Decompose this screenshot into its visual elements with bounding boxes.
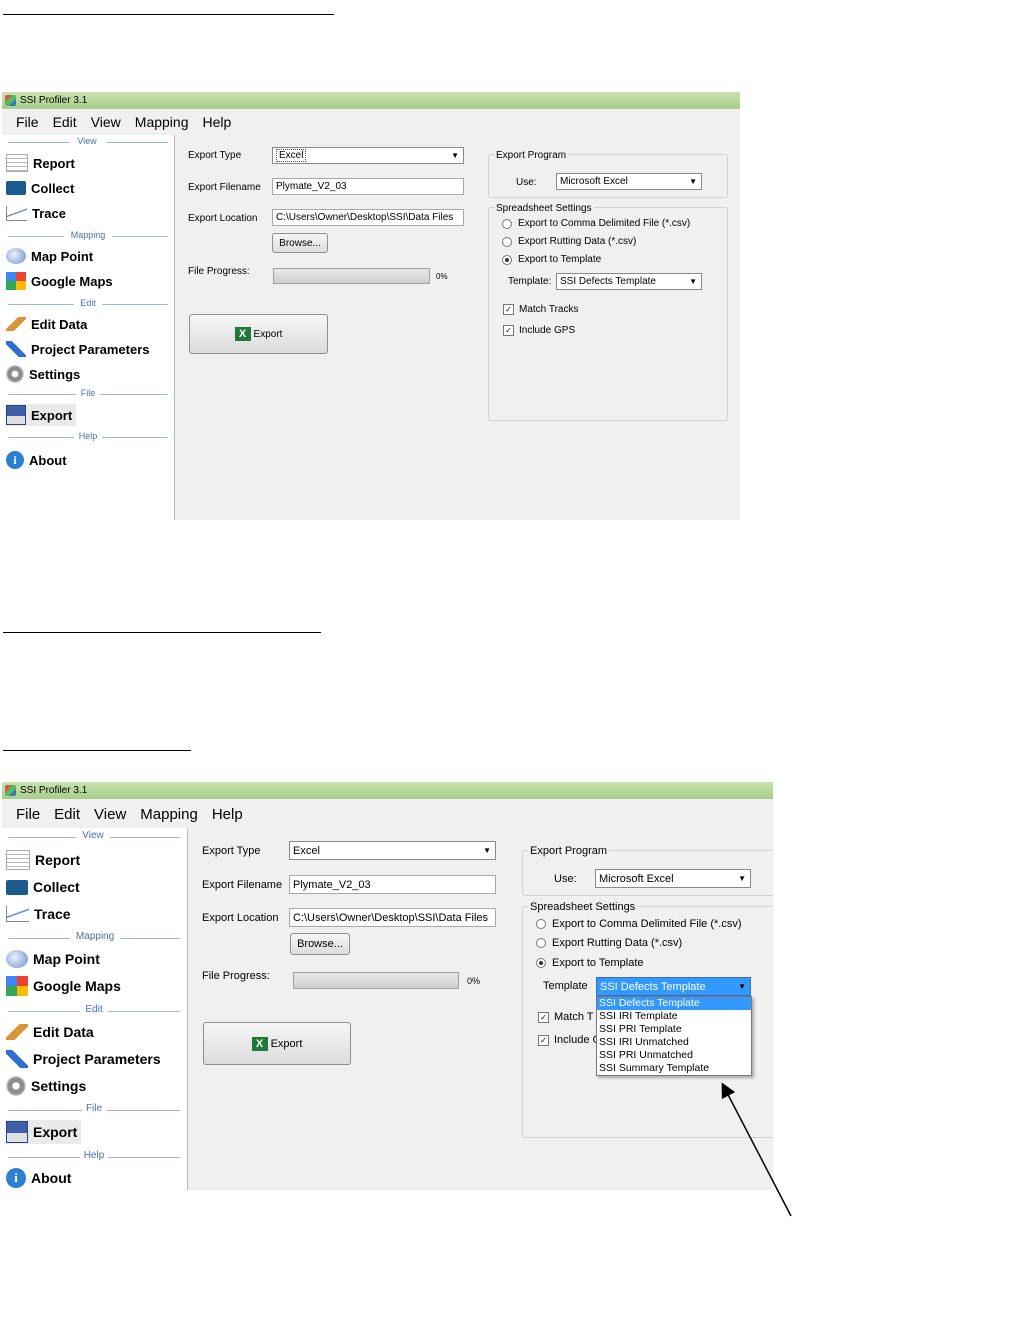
- annotation-arrow: [721, 1082, 792, 1217]
